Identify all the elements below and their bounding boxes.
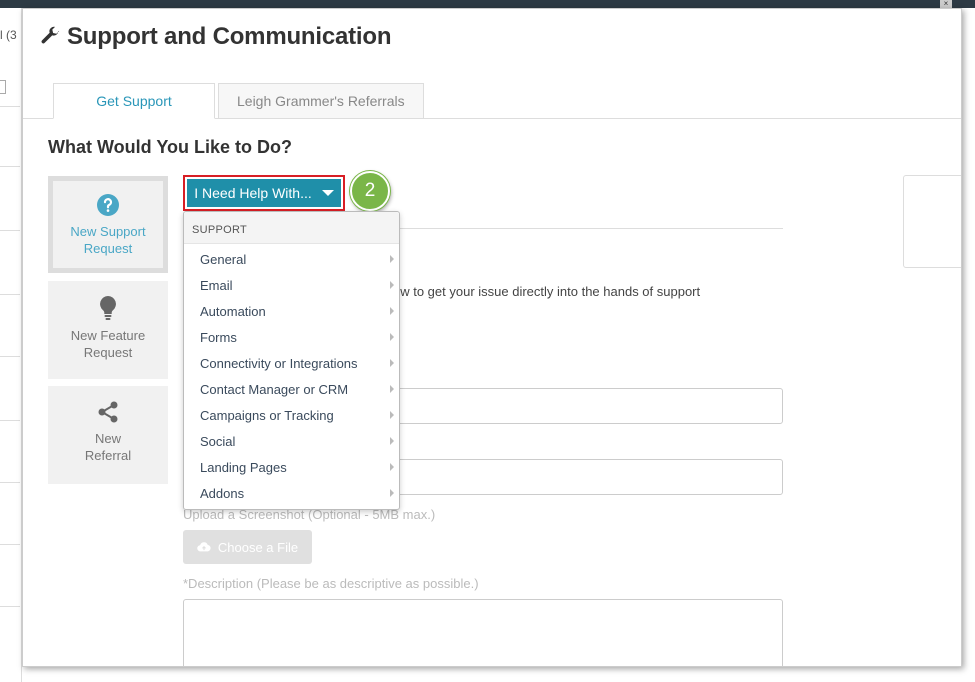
- section-title: What Would You Like to Do?: [48, 137, 292, 157]
- menu-item-label: Social: [200, 433, 236, 449]
- background-sidebar: l (3: [0, 8, 22, 682]
- side-card-label: Request: [83, 241, 133, 256]
- dropdown-list: General Email Automation Forms Connectiv…: [184, 244, 399, 506]
- details-input[interactable]: [393, 459, 783, 495]
- form-description: ow to get your issue directly into the h…: [393, 284, 701, 299]
- dropdown-header: SUPPORT: [184, 212, 399, 244]
- background-divider: [0, 166, 20, 167]
- chevron-right-icon: [390, 281, 394, 289]
- chevron-right-icon: [390, 437, 394, 445]
- help-dropdown-menu: SUPPORT General Email Automation Forms C…: [183, 211, 400, 510]
- menu-item-label: Addons: [200, 485, 245, 501]
- tab-get-support[interactable]: Get Support: [53, 83, 215, 119]
- menu-item-label: Connectivity or Integrations: [200, 355, 358, 371]
- lightbulb-icon: [100, 296, 116, 320]
- menu-item-campaigns[interactable]: Campaigns or Tracking: [184, 402, 399, 428]
- menu-item-contact-manager[interactable]: Contact Manager or CRM: [184, 376, 399, 402]
- share-icon: [98, 401, 118, 423]
- chevron-right-icon: [390, 359, 394, 367]
- tab-referrals[interactable]: Leigh Grammer's Referrals: [218, 83, 424, 119]
- wrench-icon: [41, 26, 60, 44]
- side-card-label: New Support: [70, 224, 146, 239]
- modal-header: Support and Communication: [39, 21, 392, 53]
- tab-bar: Get Support Leigh Grammer's Referrals: [53, 83, 427, 119]
- background-divider: [0, 606, 20, 607]
- menu-item-label: Forms: [200, 329, 237, 345]
- menu-item-label: Automation: [200, 303, 266, 319]
- menu-item-label: Landing Pages: [200, 459, 287, 475]
- description-label: *Description (Please be as descriptive a…: [183, 576, 479, 591]
- modal-title: Support and Communication: [67, 23, 392, 50]
- menu-item-email[interactable]: Email: [184, 272, 399, 298]
- chevron-right-icon: [390, 463, 394, 471]
- new-support-request-card[interactable]: New Support Request: [48, 176, 168, 273]
- choose-file-button[interactable]: Choose a File: [183, 530, 312, 564]
- background-checkbox[interactable]: [0, 80, 6, 94]
- side-card-label: Referral: [84, 448, 132, 463]
- chevron-right-icon: [390, 489, 394, 497]
- help-button-label: I Need Help With...: [194, 185, 312, 201]
- menu-item-landing-pages[interactable]: Landing Pages: [184, 454, 399, 480]
- chevron-right-icon: [390, 255, 394, 263]
- background-divider: [0, 230, 20, 231]
- menu-item-social[interactable]: Social: [184, 428, 399, 454]
- chevron-right-icon: [390, 333, 394, 341]
- menu-item-forms[interactable]: Forms: [184, 324, 399, 350]
- menu-item-label: Email: [200, 277, 233, 293]
- menu-item-label: Contact Manager or CRM: [200, 381, 349, 397]
- background-divider: [0, 106, 20, 107]
- new-referral-card[interactable]: New Referral: [48, 386, 168, 484]
- side-panel-box: [903, 175, 961, 268]
- help-button-highlight: I Need Help With...: [183, 175, 345, 211]
- subject-input[interactable]: [393, 388, 783, 424]
- chevron-right-icon: [390, 411, 394, 419]
- menu-item-general[interactable]: General: [184, 246, 399, 272]
- question-circle-icon: [97, 194, 119, 216]
- background-divider: [0, 420, 20, 421]
- background-divider: [0, 356, 20, 357]
- background-divider: [0, 544, 20, 545]
- i-need-help-with-button[interactable]: I Need Help With...: [187, 179, 341, 207]
- background-divider: [0, 482, 20, 483]
- menu-item-label: General: [200, 251, 247, 267]
- caret-down-icon: [321, 190, 334, 196]
- menu-item-connectivity[interactable]: Connectivity or Integrations: [184, 350, 399, 376]
- description-textarea[interactable]: [183, 599, 783, 666]
- menu-item-automation[interactable]: Automation: [184, 298, 399, 324]
- background-divider: [0, 294, 20, 295]
- background-sidebar-text: l (3: [0, 28, 17, 42]
- support-modal: Support and Communication Get Support Le…: [22, 8, 962, 667]
- choose-file-label: Choose a File: [217, 539, 299, 555]
- background-close-icon[interactable]: ×: [940, 0, 952, 8]
- chevron-right-icon: [390, 307, 394, 315]
- new-feature-request-card[interactable]: New Feature Request: [48, 281, 168, 379]
- menu-item-addons[interactable]: Addons: [184, 480, 399, 506]
- side-card-label: New Feature: [70, 328, 146, 343]
- side-card-label: Request: [83, 345, 133, 360]
- background-topbar: [0, 0, 975, 8]
- side-card-label: New: [94, 431, 121, 446]
- step-badge: 2: [350, 171, 390, 211]
- menu-item-label: Campaigns or Tracking: [200, 407, 334, 423]
- cloud-upload-icon: [197, 542, 211, 552]
- chevron-right-icon: [390, 385, 394, 393]
